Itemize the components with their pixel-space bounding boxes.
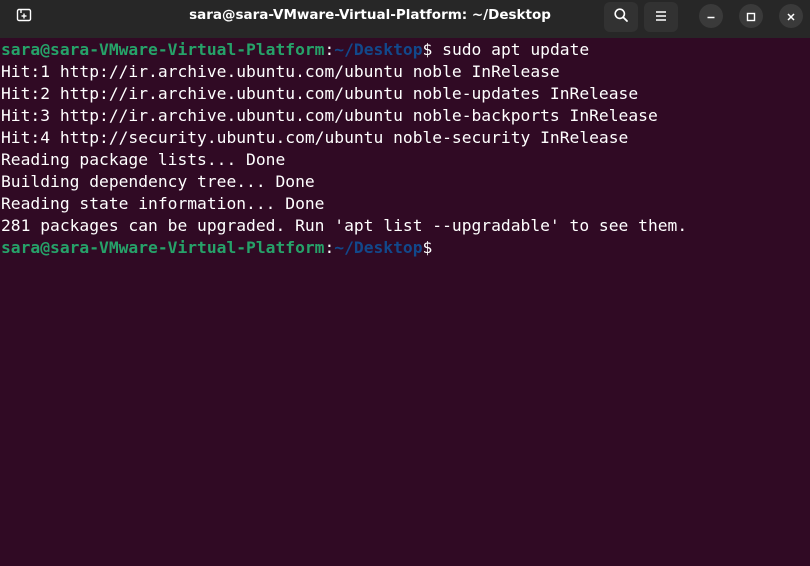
- prompt-user-host: sara@sara-VMware-Virtual-Platform: [1, 238, 325, 257]
- minimize-button[interactable]: [699, 4, 723, 28]
- search-icon: [613, 7, 629, 27]
- current-prompt-line[interactable]: sara@sara-VMware-Virtual-Platform:~/Desk…: [1, 237, 810, 259]
- hamburger-menu-icon: [654, 8, 668, 27]
- search-button[interactable]: [604, 2, 638, 32]
- output-line: Reading package lists... Done: [1, 150, 286, 169]
- window-title: sara@sara-VMware-Virtual-Platform: ~/Des…: [189, 7, 551, 23]
- new-tab-icon: [16, 7, 32, 27]
- output-line: Hit:3 http://ir.archive.ubuntu.com/ubunt…: [1, 106, 658, 125]
- prompt-dollar: $: [422, 238, 433, 257]
- header-bar: sara@sara-VMware-Virtual-Platform: ~/Des…: [0, 0, 810, 38]
- prompt-path: ~/Desktop: [334, 40, 423, 59]
- minimize-icon: [706, 7, 716, 26]
- prompt-dollar: $: [422, 40, 433, 59]
- terminal-window: sara@sara-VMware-Virtual-Platform: ~/Des…: [0, 0, 810, 566]
- terminal-output-area[interactable]: sara@sara-VMware-Virtual-Platform:~/Desk…: [0, 38, 810, 566]
- command-line: sara@sara-VMware-Virtual-Platform:~/Desk…: [1, 39, 810, 61]
- output-line: Hit:2 http://ir.archive.ubuntu.com/ubunt…: [1, 84, 639, 103]
- maximize-button[interactable]: [739, 4, 763, 28]
- close-button[interactable]: [779, 4, 803, 28]
- new-tab-button[interactable]: [7, 2, 41, 32]
- command-text: sudo apt update: [432, 40, 590, 59]
- prompt-colon: :: [324, 40, 335, 59]
- prompt-path: ~/Desktop: [334, 238, 423, 257]
- output-line: Hit:1 http://ir.archive.ubuntu.com/ubunt…: [1, 62, 560, 81]
- output-line: Building dependency tree... Done: [1, 172, 315, 191]
- terminal-scrollbar[interactable]: [806, 38, 810, 566]
- prompt-user-host: sara@sara-VMware-Virtual-Platform: [1, 40, 325, 59]
- output-line: 281 packages can be upgraded. Run 'apt l…: [1, 216, 688, 235]
- output-line: Reading state information... Done: [1, 194, 325, 213]
- close-icon: [786, 7, 796, 26]
- output-line: Hit:4 http://security.ubuntu.com/ubuntu …: [1, 128, 629, 147]
- menu-button[interactable]: [644, 2, 678, 32]
- prompt-colon: :: [324, 238, 335, 257]
- maximize-icon: [746, 7, 756, 26]
